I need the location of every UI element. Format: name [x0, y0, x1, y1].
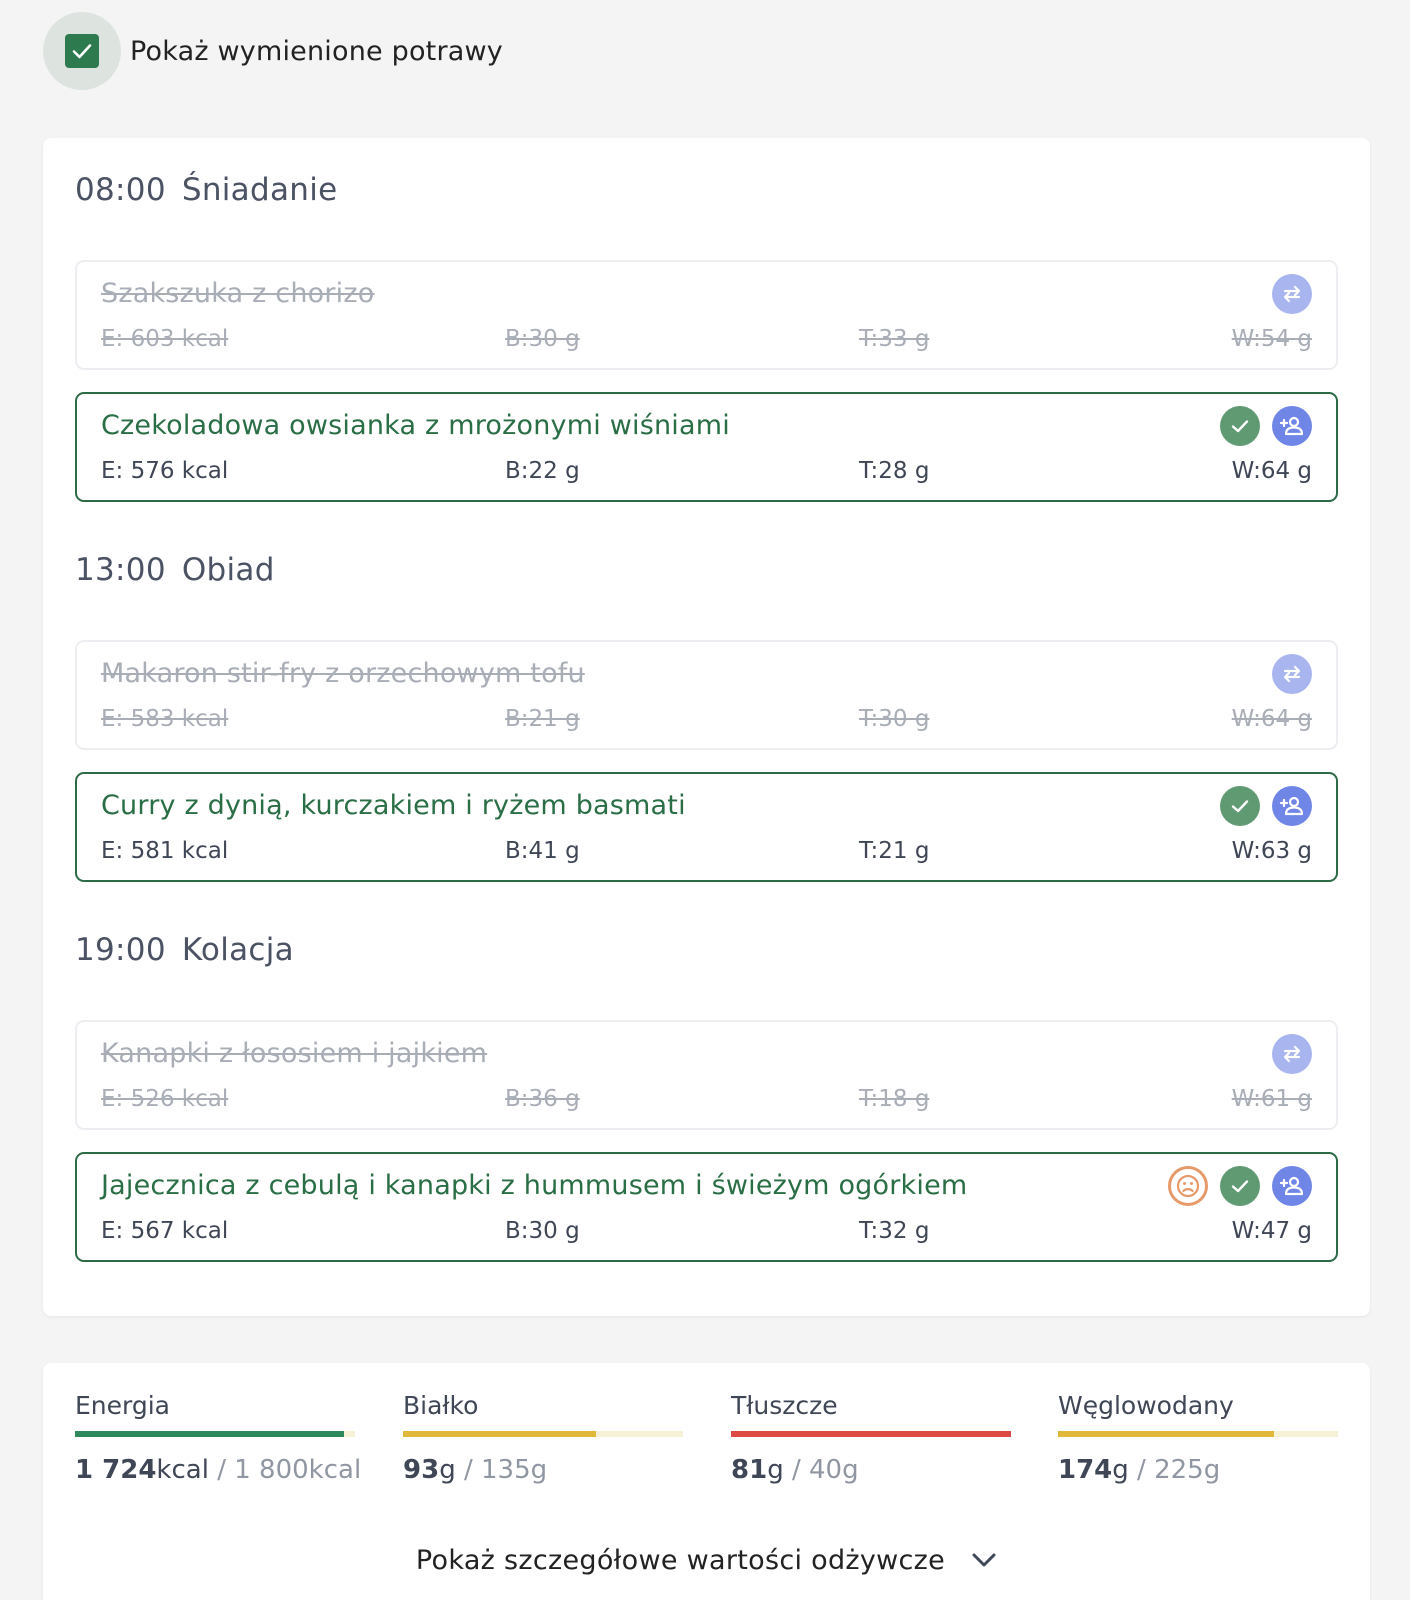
meal-time: 19:00 — [75, 932, 166, 968]
dish-energy: E: 567 kcal — [101, 1218, 229, 1244]
meal-section: 08:00 Śniadanie Szakszuka z chorizo E: 6… — [75, 160, 1338, 502]
check-icon[interactable] — [1220, 786, 1260, 826]
meal-time: 08:00 — [75, 172, 166, 208]
dish-protein: B:21 g — [505, 706, 580, 732]
show-details-button[interactable]: Pokaż szczegółowe wartości odżywcze — [43, 1535, 1370, 1585]
meal-name: Śniadanie — [181, 172, 338, 208]
dish-fat: T:33 g — [859, 326, 930, 352]
swap-icon[interactable] — [1272, 1034, 1312, 1074]
dish-carbs: W:64 g — [1231, 706, 1312, 732]
dish-protein: B:30 g — [505, 326, 580, 352]
dish-carbs: W:63 g — [1231, 838, 1312, 864]
nutrient-values: 174g / 225g — [1058, 1455, 1221, 1485]
dish-protein: B:30 g — [505, 1218, 580, 1244]
swap-icon[interactable] — [1272, 654, 1312, 694]
dish-fat: T:18 g — [859, 1086, 930, 1112]
meal-name: Obiad — [181, 552, 275, 588]
meal-section: 19:00 Kolacja Kanapki z łososiem i jajki… — [75, 920, 1338, 1262]
meal-header: 19:00 Kolacja — [75, 920, 1338, 980]
dish-protein: B:41 g — [505, 838, 580, 864]
dish-name: Makaron stir-fry z orzechowym tofu — [101, 658, 585, 689]
check-icon[interactable] — [1220, 406, 1260, 446]
chevron-down-icon — [971, 1552, 997, 1568]
dish-name: Czekoladowa owsianka z mrożonymi wiśniam… — [101, 410, 730, 441]
progress-bar — [1058, 1431, 1338, 1437]
dish-fat: T:21 g — [859, 838, 930, 864]
checkbox-halo[interactable] — [43, 12, 121, 90]
swap-icon[interactable] — [1272, 274, 1312, 314]
current-dish-card[interactable]: Jajecznica z cebulą i kanapki z hummusem… — [75, 1152, 1338, 1262]
dish-fat: T:32 g — [859, 1218, 930, 1244]
nutrient-label: Energia — [75, 1391, 170, 1420]
nutrient-label: Tłuszcze — [731, 1391, 838, 1420]
dish-energy: E: 583 kcal — [101, 706, 229, 732]
checkbox[interactable] — [65, 34, 99, 68]
progress-bar — [731, 1431, 1011, 1437]
dish-name: Szakszuka z chorizo — [101, 278, 375, 309]
sad-face-icon[interactable] — [1168, 1166, 1208, 1206]
replaced-dish-card[interactable]: Szakszuka z chorizo E: 603 kcal B:30 g T… — [75, 260, 1338, 370]
dish-energy: E: 526 kcal — [101, 1086, 229, 1112]
show-replaced-toggle[interactable]: Pokaż wymienione potrawy — [43, 12, 503, 90]
checkmark-icon — [72, 44, 92, 59]
meal-time: 13:00 — [75, 552, 166, 588]
dish-carbs: W:61 g — [1231, 1086, 1312, 1112]
dish-energy: E: 576 kcal — [101, 458, 229, 484]
nutrient-values: 1 724kcal / 1 800kcal — [75, 1455, 362, 1485]
meal-section: 13:00 Obiad Makaron stir-fry z orzechowy… — [75, 540, 1338, 882]
dish-name: Curry z dynią, kurczakiem i ryżem basmat… — [101, 790, 686, 821]
progress-bar — [75, 1431, 355, 1437]
nutrient-values: 81g / 40g — [731, 1455, 859, 1485]
dish-fat: T:30 g — [859, 706, 930, 732]
dish-energy: E: 603 kcal — [101, 326, 229, 352]
add-person-icon[interactable] — [1272, 406, 1312, 446]
dish-energy: E: 581 kcal — [101, 838, 229, 864]
current-dish-card[interactable]: Curry z dynią, kurczakiem i ryżem basmat… — [75, 772, 1338, 882]
replaced-dish-card[interactable]: Kanapki z łososiem i jajkiem E: 526 kcal… — [75, 1020, 1338, 1130]
nutrient-label: Białko — [403, 1391, 479, 1420]
dish-protein: B:36 g — [505, 1086, 580, 1112]
nutrition-summary-card: Energia 1 724kcal / 1 800kcal Białko 93g… — [43, 1363, 1370, 1600]
toggle-label: Pokaż wymienione potrawy — [130, 35, 503, 67]
dish-name: Kanapki z łososiem i jajkiem — [101, 1038, 488, 1069]
dish-fat: T:28 g — [859, 458, 930, 484]
dish-name: Jajecznica z cebulą i kanapki z hummusem… — [101, 1170, 968, 1201]
add-person-icon[interactable] — [1272, 786, 1312, 826]
dish-protein: B:22 g — [505, 458, 580, 484]
nutrient-values: 93g / 135g — [403, 1455, 548, 1485]
replaced-dish-card[interactable]: Makaron stir-fry z orzechowym tofu E: 58… — [75, 640, 1338, 750]
dish-carbs: W:47 g — [1231, 1218, 1312, 1244]
meal-name: Kolacja — [181, 932, 294, 968]
add-person-icon[interactable] — [1272, 1166, 1312, 1206]
meal-plan-card: 08:00 Śniadanie Szakszuka z chorizo E: 6… — [43, 138, 1370, 1316]
progress-bar — [403, 1431, 683, 1437]
nutrient-label: Węglowodany — [1058, 1391, 1234, 1420]
dish-carbs: W:54 g — [1231, 326, 1312, 352]
current-dish-card[interactable]: Czekoladowa owsianka z mrożonymi wiśniam… — [75, 392, 1338, 502]
meal-header: 13:00 Obiad — [75, 540, 1338, 600]
meal-header: 08:00 Śniadanie — [75, 160, 1338, 220]
check-icon[interactable] — [1220, 1166, 1260, 1206]
dish-carbs: W:64 g — [1231, 458, 1312, 484]
show-details-label: Pokaż szczegółowe wartości odżywcze — [415, 1544, 946, 1576]
